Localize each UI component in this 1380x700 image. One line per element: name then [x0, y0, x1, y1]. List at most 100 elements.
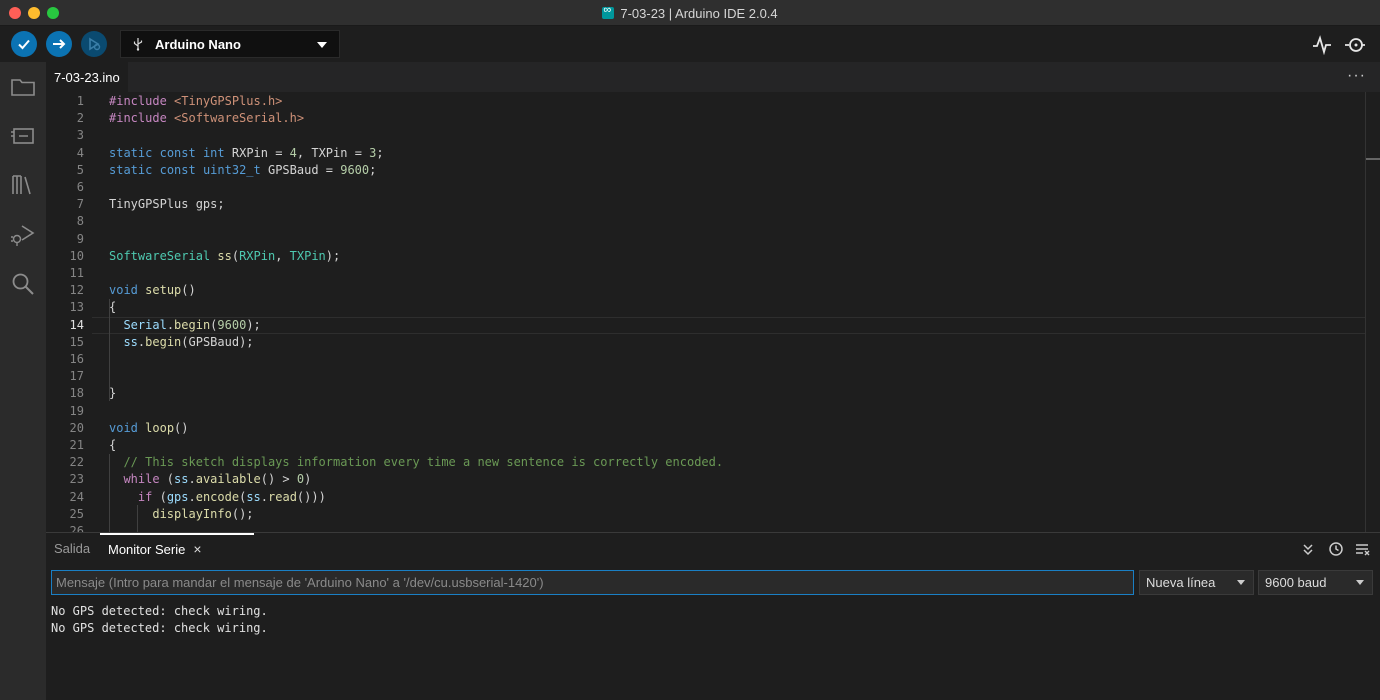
code-line[interactable]: 10 SoftwareSerial ss(RXPin, TXPin);: [46, 248, 1366, 265]
line-number: 20: [69, 420, 84, 435]
line-ending-select[interactable]: Nueva línea: [1139, 570, 1254, 595]
window-title: 7-03-23 | Arduino IDE 2.0.4: [0, 4, 1380, 21]
serial-output-line: No GPS detected: check wiring.: [51, 621, 268, 635]
library-manager-button[interactable]: [10, 172, 36, 198]
code-line[interactable]: 11: [46, 265, 1366, 282]
verify-button[interactable]: [11, 31, 37, 57]
code-line[interactable]: 17: [46, 368, 1366, 385]
code-line[interactable]: 1 #include <TinyGPSPlus.h>: [46, 93, 1366, 110]
line-number: 17: [69, 369, 84, 384]
title-bar: 7-03-23 | Arduino IDE 2.0.4: [0, 0, 1380, 26]
code-editor[interactable]: 1 #include <TinyGPSPlus.h> 2 #include <Soft…: [46, 92, 1380, 532]
board-name: Arduino Nano: [155, 36, 241, 52]
board-selector[interactable]: Arduino Nano: [120, 30, 340, 58]
clock-icon[interactable]: [1328, 541, 1344, 557]
search-button[interactable]: [10, 271, 36, 297]
code-text: static const uint32_t GPSBaud = 9600;: [109, 162, 377, 177]
code-line[interactable]: 13 {: [46, 299, 1366, 316]
toolbar: Arduino Nano: [0, 26, 1380, 62]
scrollbar-marker: [1366, 158, 1380, 160]
boards-manager-button[interactable]: [10, 123, 36, 149]
library-icon: [12, 175, 31, 195]
tab-output[interactable]: Salida: [54, 541, 90, 556]
code-line[interactable]: 15 ss.begin(GPSBaud);: [46, 334, 1366, 351]
code-text: SoftwareSerial ss(RXPin, TXPin);: [109, 248, 341, 263]
line-number: 18: [69, 386, 84, 401]
code-line[interactable]: 5 static const uint32_t GPSBaud = 9600;: [46, 162, 1366, 179]
window-title-text: 7-03-23 | Arduino IDE 2.0.4: [620, 6, 778, 21]
code-line[interactable]: 2 #include <SoftwareSerial.h>: [46, 110, 1366, 127]
line-number: 7: [76, 197, 84, 212]
line-number: 3: [76, 128, 84, 143]
debug-panel-button[interactable]: [10, 222, 36, 248]
baud-rate-value: 9600 baud: [1265, 575, 1327, 590]
line-number: 19: [69, 403, 84, 418]
code-line[interactable]: 8: [46, 213, 1366, 230]
close-icon[interactable]: ×: [193, 541, 201, 557]
code-line[interactable]: 18}: [46, 385, 1366, 402]
debug-button[interactable]: [81, 31, 107, 57]
chevrons-down-icon[interactable]: [1300, 541, 1316, 557]
code-line[interactable]: 20 void loop(): [46, 420, 1366, 437]
code-line[interactable]: 19: [46, 403, 1366, 420]
baud-rate-select[interactable]: 9600 baud: [1258, 570, 1373, 595]
code-text: #include <TinyGPSPlus.h>: [109, 94, 283, 108]
code-text: while (ss.available() > 0): [123, 472, 312, 487]
line-ending-value: Nueva línea: [1146, 575, 1216, 590]
run-debug-icon: [11, 225, 35, 246]
code-line[interactable]: 21 {: [46, 437, 1366, 454]
code-line[interactable]: 25 displayInfo();: [46, 506, 1366, 523]
code-text: }: [109, 386, 117, 401]
line-number: 15: [69, 334, 84, 349]
code-line[interactable]: 26: [46, 523, 1366, 532]
code-text: void setup(): [109, 283, 196, 298]
tab-sketch-file[interactable]: 7-03-23.ino: [46, 62, 128, 92]
more-actions-icon[interactable]: ···: [1347, 67, 1366, 85]
serial-output-line: No GPS detected: check wiring.: [51, 604, 268, 618]
line-number: 8: [76, 214, 84, 229]
board-icon: [11, 128, 34, 144]
chevron-down-icon: [1237, 580, 1245, 585]
code-line[interactable]: 22 // This sketch displays information e…: [46, 454, 1366, 471]
active-tab-indicator: [100, 533, 254, 535]
serial-monitor-icon[interactable]: [1344, 35, 1366, 55]
serial-plotter-icon[interactable]: [1312, 35, 1332, 55]
code-line[interactable]: 16: [46, 351, 1366, 368]
code-line[interactable]: 4 static const int RXPin = 4, TXPin = 3;: [46, 145, 1366, 162]
line-number: 23: [69, 472, 84, 487]
tab-serial-monitor-label: Monitor Serie: [108, 542, 186, 557]
tab-serial-monitor[interactable]: Monitor Serie ×: [108, 541, 202, 557]
code-text: if (gps.encode(ss.read())): [137, 489, 326, 504]
upload-button[interactable]: [46, 31, 72, 57]
serial-monitor-panel: Salida Monitor Serie × Mensaje (Intro par…: [46, 532, 1380, 700]
search-icon: [12, 273, 34, 295]
line-number: 2: [76, 111, 84, 126]
folder-icon: [11, 79, 35, 96]
line-number: 24: [69, 489, 84, 504]
line-number: 26: [69, 524, 84, 532]
code-line[interactable]: 7 TinyGPSPlus gps;: [46, 196, 1366, 213]
code-line[interactable]: 9: [46, 231, 1366, 248]
code-line[interactable]: 3: [46, 127, 1366, 144]
arrow-right-icon: [53, 39, 66, 49]
line-number: 13: [69, 300, 84, 315]
line-number: 11: [69, 266, 84, 280]
message-input[interactable]: Mensaje (Intro para mandar el mensaje de…: [51, 570, 1134, 595]
code-line[interactable]: 23 while (ss.available() > 0): [46, 471, 1366, 488]
panel-tabs: Salida Monitor Serie ×: [46, 533, 1380, 565]
sketchbook-button[interactable]: [10, 74, 36, 100]
code-text: // This sketch displays information ever…: [123, 455, 724, 470]
code-line[interactable]: 12 void setup(): [46, 282, 1366, 299]
line-number: 10: [69, 248, 84, 263]
line-number: 12: [69, 283, 84, 298]
line-number: 4: [76, 145, 84, 160]
line-number: 16: [69, 352, 84, 366]
code-line[interactable]: 6: [46, 179, 1366, 196]
code-text: void loop(): [109, 420, 189, 435]
code-line[interactable]: 14 Serial.begin(9600);: [46, 317, 1366, 334]
clear-output-icon[interactable]: [1354, 541, 1370, 557]
chevron-down-icon: [1356, 580, 1364, 585]
code-line[interactable]: 24 if (gps.encode(ss.read())): [46, 489, 1366, 506]
code-text: #include <SoftwareSerial.h>: [109, 111, 305, 126]
arduino-app-icon: [602, 4, 615, 19]
